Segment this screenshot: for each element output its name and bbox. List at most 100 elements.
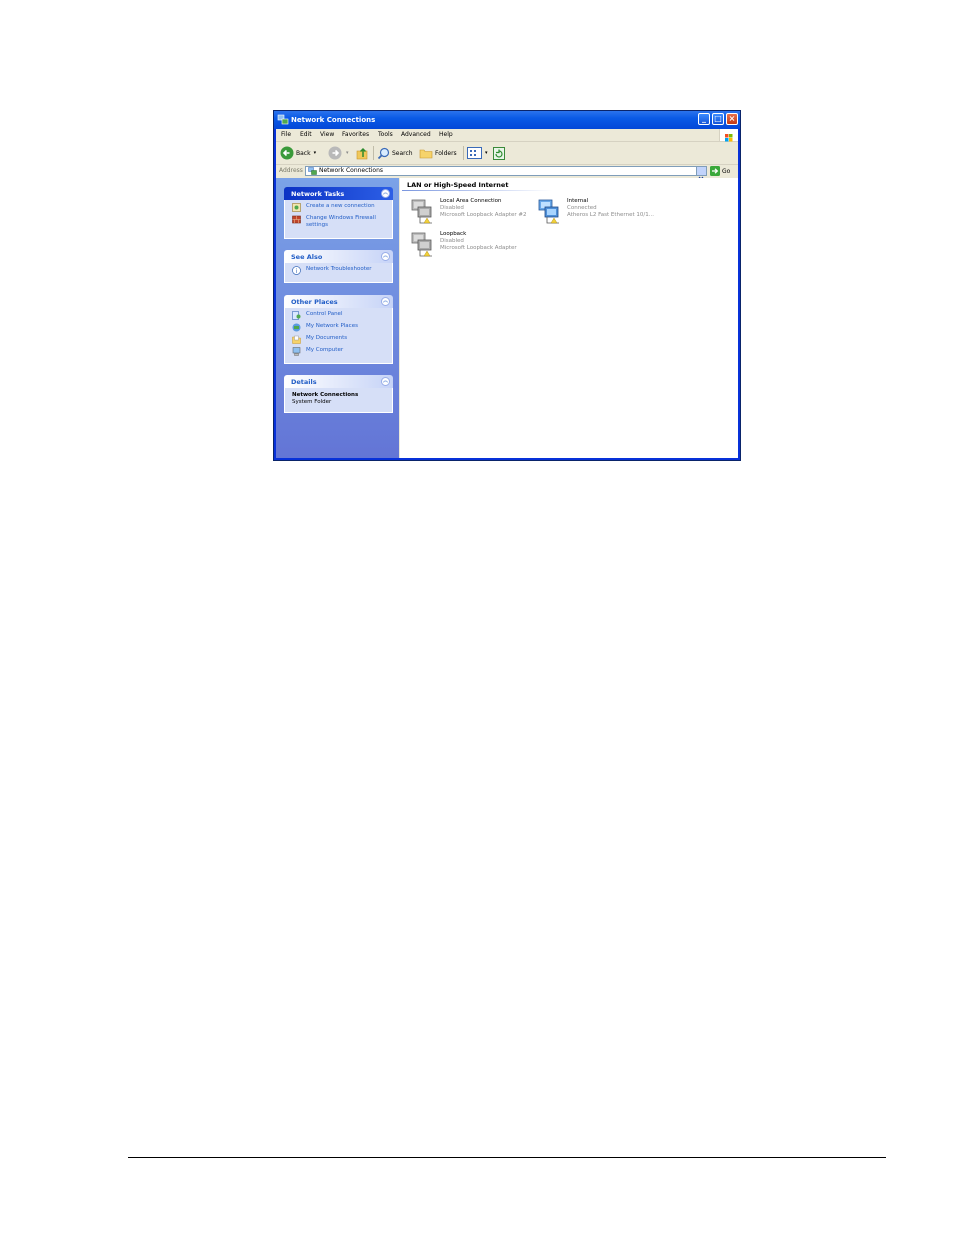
details-header[interactable]: Details ︽ [284,375,393,388]
computer-icon [292,347,301,356]
network-connections-window: Network Connections _ □ × File Edit View… [273,110,741,461]
folders-button[interactable]: Folders [419,145,457,161]
go-button[interactable]: Go [710,166,730,176]
connection-local-area[interactable]: Local Area Connection Disabled Microsoft… [410,197,538,227]
minimize-button[interactable]: _ [698,113,710,125]
panel-body: Control Panel My Network Places My Docum… [284,308,393,364]
panel-title: Details [291,378,317,386]
connection-status: Disabled [440,205,464,211]
menu-help[interactable]: Help [439,131,453,139]
panel-body: i Network Troubleshooter [284,263,393,283]
search-button[interactable]: Search [377,145,413,161]
address-label: Address [279,167,303,174]
close-button[interactable]: × [726,113,738,125]
task-label: Create a new connection [306,203,375,209]
group-header: LAN or High-Speed Internet [407,181,509,189]
network-adapter-connected-icon [538,199,559,224]
task-label: Change Windows Firewall settings [306,215,376,228]
collapse-icon[interactable]: ︽ [381,252,390,261]
collapse-icon[interactable]: ︽ [381,297,390,306]
folders-icon [419,149,433,158]
task-label: Network Troubleshooter [306,266,372,272]
other-places-panel: Other Places ︽ Control Panel My Network … [284,295,393,364]
windows-logo-icon [719,129,738,142]
search-label: Search [392,149,413,157]
change-firewall-link[interactable]: Change Windows Firewall settings [285,215,392,234]
maximize-button[interactable]: □ [712,113,724,125]
back-label: Back [296,149,311,157]
views-icon [467,147,482,159]
views-dropdown-icon[interactable]: ▾ [485,150,488,156]
network-adapter-disabled-icon [411,232,432,257]
network-tasks-panel: Network Tasks ︽ Create a new connection [284,187,393,239]
folders-label: Folders [435,149,457,157]
search-icon [377,147,390,159]
menu-favorites[interactable]: Favorites [342,131,369,139]
task-label: My Documents [306,335,348,341]
forward-arrow-icon [328,146,342,160]
panel-body: Create a new connection Change Windows F… [284,200,393,239]
collapse-icon[interactable]: ︽ [381,377,390,386]
my-documents-link[interactable]: My Documents [285,335,392,347]
my-computer-link[interactable]: My Computer [285,347,392,359]
see-also-header[interactable]: See Also ︽ [284,250,393,263]
window-client-area: File Edit View Favorites Tools Advanced … [276,129,738,458]
create-connection-link[interactable]: Create a new connection [285,203,392,215]
see-also-panel: See Also ︽ i Network Troubleshooter [284,250,393,283]
views-button[interactable]: ▾ [467,145,488,161]
task-pane: Network Tasks ︽ Create a new connection [276,178,399,458]
network-connections-icon [277,114,289,125]
menu-tools[interactable]: Tools [378,131,393,139]
collapse-icon[interactable]: ︽ [381,189,390,198]
up-folder-icon [356,147,368,160]
menu-edit[interactable]: Edit [300,131,312,139]
control-panel-link[interactable]: Control Panel [285,311,392,323]
toolbar-separator [463,146,464,160]
connection-internal[interactable]: Internal Connected Atheros L2 Fast Ether… [537,197,665,227]
task-label: My Computer [306,347,344,353]
task-label: Control Panel [306,311,343,317]
forward-button[interactable]: ▾ [328,145,349,161]
toolbar-separator [373,146,374,160]
details-panel: Details ︽ Network Connections System Fol… [284,375,393,413]
menu-advanced[interactable]: Advanced [401,131,431,139]
back-dropdown-icon[interactable]: ▾ [314,150,317,156]
go-arrow-icon [710,166,720,176]
details-type: System Folder [292,399,332,405]
menu-file[interactable]: File [281,131,291,139]
network-tasks-header[interactable]: Network Tasks ︽ [284,187,393,200]
up-folder-button[interactable] [356,145,371,161]
network-connections-icon [308,167,317,175]
group-divider [402,190,552,191]
panel-title: Other Places [291,298,338,306]
page-footer-rule [128,1157,886,1158]
back-button[interactable]: Back ▾ [280,145,316,161]
go-label: Go [722,167,731,175]
other-places-header[interactable]: Other Places ︽ [284,295,393,308]
address-bar: Address Network Connections Go [276,165,738,180]
help-icon: i [292,266,301,275]
documents-folder-icon [292,335,301,344]
refresh-button[interactable] [493,145,507,161]
back-arrow-icon [280,146,294,160]
refresh-icon [493,146,505,160]
my-network-places-link[interactable]: My Network Places [285,323,392,335]
address-input[interactable]: Network Connections [305,166,707,180]
connection-name: Local Area Connection [440,198,502,204]
connection-loopback[interactable]: Loopback Disabled Microsoft Loopback Ada… [410,230,538,260]
network-places-icon [292,323,301,332]
network-troubleshooter-link[interactable]: i Network Troubleshooter [285,266,392,278]
network-adapter-disabled-icon [411,199,432,224]
connection-name: Internal [567,198,589,204]
address-value: Network Connections [319,167,384,174]
menu-bar: File Edit View Favorites Tools Advanced … [276,129,738,142]
control-panel-icon [292,311,301,320]
details-name: Network Connections [292,392,359,398]
connection-device: Microsoft Loopback Adapter [440,245,517,251]
title-bar[interactable]: Network Connections _ □ × [274,111,740,129]
forward-dropdown-icon[interactable]: ▾ [346,150,349,156]
menu-view[interactable]: View [320,131,334,139]
connection-name: Loopback [440,231,467,237]
task-label: My Network Places [306,323,358,329]
address-dropdown-button[interactable] [696,167,706,180]
